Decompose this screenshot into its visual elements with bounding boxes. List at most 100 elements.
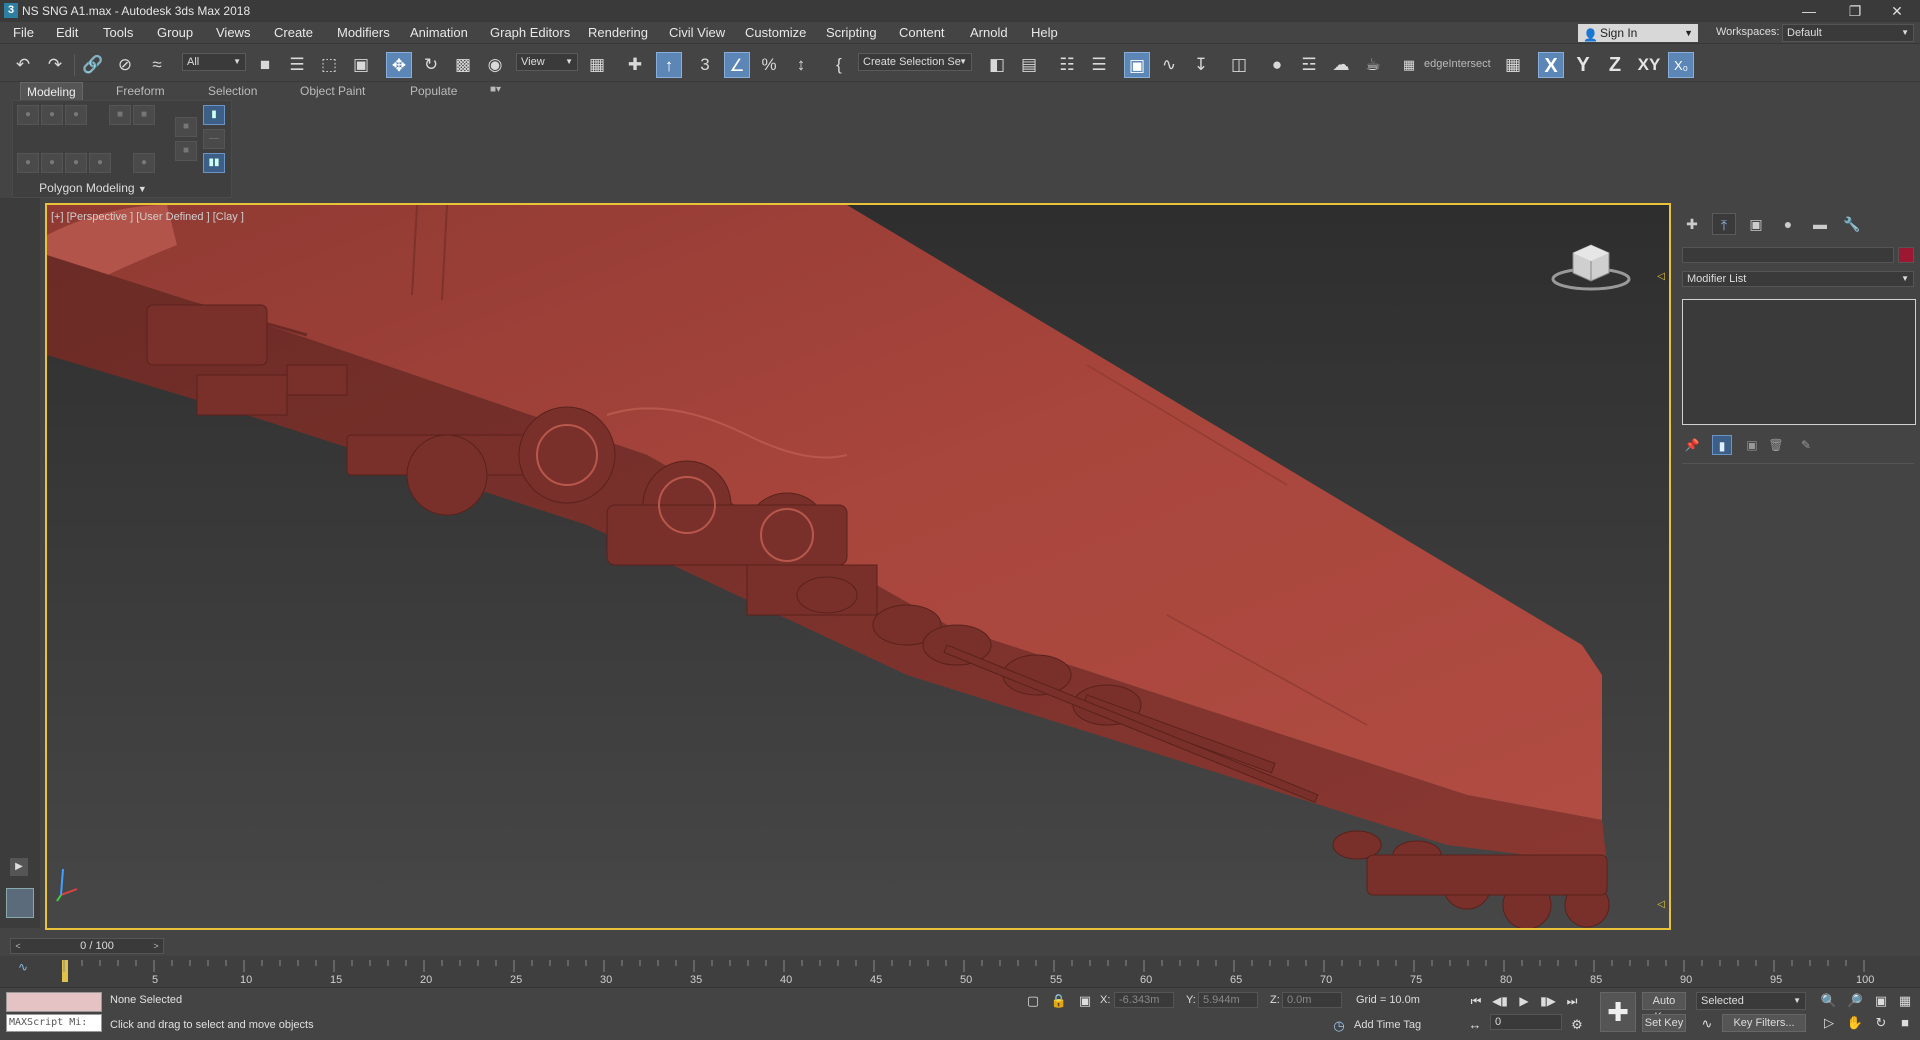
ribbon-tool-icon[interactable]: ● [17, 105, 39, 125]
make-unique-icon[interactable]: ▣ [1742, 435, 1762, 455]
scene-explorer-icon[interactable]: ☷ [1054, 52, 1080, 78]
viewport-layout-icon[interactable] [6, 888, 34, 918]
time-slider[interactable]: < 0 / 100 > [0, 934, 1920, 956]
zoom-extents-icon[interactable]: ▣ [1872, 992, 1890, 1010]
create-tab-icon[interactable]: ✚ [1680, 213, 1704, 235]
ribbon-tool-icon[interactable]: ● [41, 105, 63, 125]
tab-freeform[interactable]: Freeform [110, 82, 171, 100]
axis-constraint-toggle-icon[interactable]: X₀ [1668, 52, 1694, 78]
pivot-center-icon[interactable]: ▦ [584, 52, 610, 78]
tab-populate[interactable]: Populate [404, 82, 463, 100]
ribbon-tool-icon[interactable]: ● [65, 105, 87, 125]
material-editor-icon[interactable]: ● [1264, 52, 1290, 78]
go-to-end-icon[interactable]: ⏭ [1562, 992, 1582, 1010]
close-button[interactable]: ✕ [1874, 0, 1920, 22]
constrain-xy-button[interactable]: XY [1634, 52, 1664, 78]
utilities-tab-icon[interactable]: 🔧 [1840, 213, 1864, 235]
ribbon-tool-icon[interactable]: ▮▮ [203, 153, 225, 173]
time-slider-track[interactable]: < 0 / 100 > [10, 938, 164, 954]
z-coordinate-field[interactable]: 0.0m [1282, 992, 1342, 1008]
layer-explorer-icon[interactable]: ☰ [1086, 52, 1112, 78]
redo-icon[interactable]: ↷ [42, 52, 68, 78]
link-icon[interactable]: 🔗 [80, 52, 106, 78]
quad-view-icon[interactable]: ▦ [1500, 52, 1526, 78]
mirror-icon[interactable]: ◧ [984, 52, 1010, 78]
ribbon-options-icon[interactable]: ■▾ [484, 82, 507, 100]
schematic-view-icon[interactable]: ◫ [1226, 52, 1252, 78]
spinner-snap-icon[interactable]: ↕ [788, 52, 814, 78]
named-selection-select[interactable]: Create Selection Se ▼ [858, 53, 972, 71]
render-setup-icon[interactable]: ☲ [1296, 52, 1322, 78]
zoom-icon[interactable]: 🔍 [1820, 992, 1838, 1010]
selection-lock-icon[interactable]: 🔒 [1050, 992, 1068, 1010]
previous-frame-icon[interactable]: < [11, 939, 25, 953]
tab-selection[interactable]: Selection [202, 82, 263, 100]
bind-space-warp-icon[interactable]: ≈ [144, 52, 170, 78]
select-by-name-icon[interactable]: ☰ [284, 52, 310, 78]
viewcube-icon[interactable] [1551, 237, 1631, 297]
auto-key-button[interactable]: Auto Key [1642, 992, 1686, 1023]
time-configuration-icon[interactable]: ⚙ [1568, 1016, 1586, 1034]
select-and-rotate-icon[interactable]: ↻ [418, 52, 444, 78]
ribbon-tool-icon[interactable]: — [203, 129, 225, 149]
rectangular-selection-icon[interactable]: ⬚ [316, 52, 342, 78]
default-in-out-tangents-icon[interactable]: ∿ [1698, 1015, 1716, 1033]
modify-tab-icon[interactable]: ⤒ [1712, 213, 1736, 235]
ribbon-tool-icon[interactable]: ● [65, 153, 87, 173]
hierarchy-tab-icon[interactable]: ▣ [1744, 213, 1768, 235]
next-frame-icon[interactable]: > [149, 939, 163, 953]
display-tab-icon[interactable]: ▬ [1808, 213, 1832, 235]
absolute-mode-icon[interactable]: ▣ [1076, 992, 1094, 1010]
ribbon-tool-icon[interactable]: ● [89, 153, 111, 173]
restore-button[interactable]: ❐ [1832, 0, 1878, 22]
ribbon-toggle-icon[interactable]: ▣ [1124, 52, 1150, 78]
pin-stack-icon[interactable]: 📌 [1682, 435, 1702, 455]
window-crossing-icon[interactable]: ▣ [348, 52, 374, 78]
motion-tab-icon[interactable]: ● [1776, 213, 1800, 235]
add-time-tag-button[interactable]: Add Time Tag [1354, 1019, 1421, 1031]
app-icon[interactable]: 3 [4, 3, 18, 18]
object-name-field[interactable] [1682, 247, 1894, 263]
play-arrow-icon[interactable]: ▶ [10, 858, 28, 876]
previous-key-icon[interactable]: ◀▮ [1490, 992, 1510, 1010]
field-of-view-icon[interactable]: ▷ [1820, 1014, 1838, 1032]
modifier-stack[interactable] [1682, 299, 1916, 425]
grid-icon[interactable]: ▦ [1396, 52, 1422, 78]
set-keys-icon[interactable]: ✚ [1600, 992, 1636, 1032]
selection-filter-select[interactable]: All ▼ [182, 53, 246, 71]
current-frame-field[interactable]: 0 [1490, 1014, 1562, 1030]
menu-arnold[interactable]: Arnold [970, 25, 1008, 40]
viewport-label[interactable]: [+] [Perspective ] [User Defined ] [Clay… [51, 211, 244, 223]
menu-rendering[interactable]: Rendering [588, 25, 648, 40]
ribbon-tool-icon[interactable]: ▮ [203, 105, 225, 125]
sign-in-dropdown[interactable]: 👤 Sign In ▼ [1578, 24, 1698, 42]
select-manipulate-icon[interactable]: ✚ [622, 52, 648, 78]
menu-group[interactable]: Group [157, 25, 193, 40]
maxscript-listener-output[interactable] [6, 992, 102, 1012]
menu-graph-editors[interactable]: Graph Editors [490, 25, 570, 40]
snaps-toggle-icon[interactable]: 3 [692, 52, 718, 78]
align-icon[interactable]: ▤ [1016, 52, 1042, 78]
edit-named-selection-icon[interactable]: { [826, 52, 852, 78]
go-to-start-icon[interactable]: ⏮ [1466, 992, 1486, 1010]
select-object-icon[interactable]: ■ [252, 52, 278, 78]
show-end-result-icon[interactable]: ▮ [1712, 435, 1732, 455]
zoom-all-icon[interactable]: 🔎 [1846, 992, 1864, 1010]
polygon-modeling-dropdown[interactable]: Polygon Modeling ▼ [13, 181, 173, 195]
select-and-place-icon[interactable]: ◉ [482, 52, 508, 78]
constrain-y-button[interactable]: Y [1570, 52, 1596, 78]
edge-intersect-label[interactable]: edgeIntersect [1424, 58, 1491, 70]
select-and-scale-icon[interactable]: ▩ [450, 52, 476, 78]
orbit-icon[interactable]: ↻ [1872, 1014, 1890, 1032]
dope-sheet-icon[interactable]: ↧ [1188, 52, 1214, 78]
workspace-select[interactable]: Default ▼ [1782, 24, 1914, 42]
menu-civil-view[interactable]: Civil View [669, 25, 725, 40]
zoom-extents-all-icon[interactable]: ▦ [1896, 992, 1914, 1010]
constrain-z-button[interactable]: Z [1602, 52, 1628, 78]
menu-scripting[interactable]: Scripting [826, 25, 877, 40]
menu-edit[interactable]: Edit [56, 25, 78, 40]
next-key-icon[interactable]: ▮▶ [1538, 992, 1558, 1010]
tab-object-paint[interactable]: Object Paint [294, 82, 371, 100]
menu-tools[interactable]: Tools [103, 25, 133, 40]
select-and-move-icon[interactable]: ✥ [386, 52, 412, 78]
